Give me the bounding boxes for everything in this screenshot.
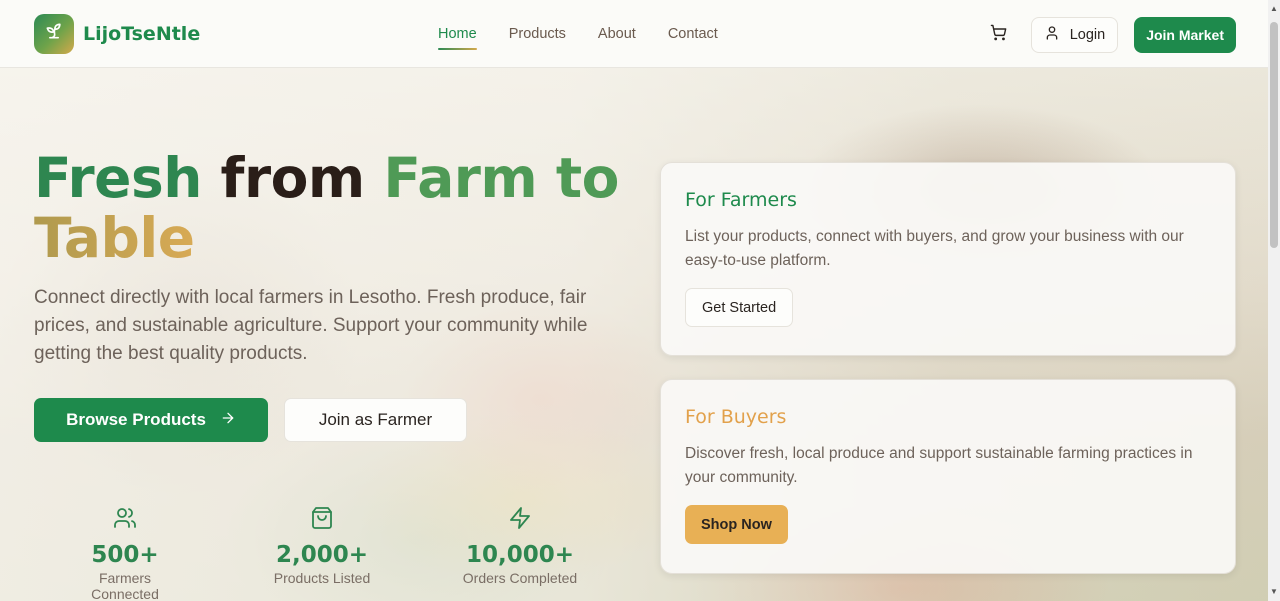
cart-button[interactable]: [981, 17, 1017, 53]
cart-icon: [990, 24, 1007, 46]
sprout-icon: [44, 21, 64, 46]
lightning-icon: [508, 506, 532, 532]
page-scrollbar[interactable]: ▲ ▼: [1268, 0, 1280, 601]
hero-headline: Fresh from Farm to Table: [34, 148, 619, 268]
headline-from: from: [220, 146, 366, 210]
stat-value: 500+: [91, 542, 159, 568]
stat-label: Farmers Connected: [91, 570, 159, 601]
nav-home[interactable]: Home: [438, 26, 477, 50]
stat-products: 2,000+ Products Listed: [262, 506, 382, 586]
farmers-card-title: For Farmers: [685, 189, 797, 211]
stat-farmers: 500+ Farmers Connected: [65, 506, 185, 601]
headline-fresh: Fresh: [34, 146, 202, 210]
logo[interactable]: [34, 13, 74, 54]
join-farmer-button[interactable]: Join as Farmer: [284, 398, 467, 442]
stat-orders: 10,000+ Orders Completed: [455, 506, 585, 586]
nav-about[interactable]: About: [598, 26, 636, 42]
nav-actions: Login Join Market: [981, 17, 1236, 53]
buyers-card-title: For Buyers: [685, 406, 787, 428]
navbar: LijoTseNtle Home Products About Contact …: [0, 0, 1268, 68]
brand-name[interactable]: LijoTseNtle: [83, 23, 200, 45]
farmers-card: For Farmers List your products, connect …: [660, 162, 1236, 356]
shop-now-button[interactable]: Shop Now: [685, 505, 788, 544]
hero-section: Fresh from Farm to Table Connect directl…: [0, 68, 1268, 601]
user-icon: [1044, 25, 1060, 45]
nav-products[interactable]: Products: [509, 26, 566, 42]
scroll-up-icon[interactable]: ▲: [1270, 4, 1278, 14]
buyers-card-text: Discover fresh, local produce and suppor…: [685, 445, 1193, 486]
shopping-bag-icon: [310, 506, 334, 532]
login-label: Login: [1069, 27, 1106, 43]
get-started-button[interactable]: Get Started: [685, 288, 794, 327]
scroll-down-icon[interactable]: ▼: [1270, 587, 1278, 597]
nav-contact[interactable]: Contact: [668, 26, 718, 42]
headline-farm-to: Farm to: [383, 146, 619, 210]
main-nav: Home Products About Contact: [438, 0, 718, 68]
stat-label: Orders Completed: [462, 570, 578, 586]
stat-value: 10,000+: [465, 542, 575, 568]
stat-value: 2,000+: [275, 542, 369, 568]
login-button[interactable]: Login: [1030, 17, 1119, 53]
headline-table: Table: [34, 206, 195, 270]
stat-label: Products Listed: [273, 570, 371, 586]
join-market-button[interactable]: Join Market: [1134, 17, 1236, 53]
hero-subtitle: Connect directly with local farmers in L…: [34, 287, 588, 364]
buyers-card: For Buyers Discover fresh, local produce…: [660, 379, 1236, 574]
farmers-card-text: List your products, connect with buyers,…: [685, 228, 1184, 269]
arrow-right-icon: [220, 410, 236, 431]
scrollbar-thumb[interactable]: [1270, 22, 1278, 248]
users-icon: [113, 506, 137, 532]
browse-label: Browse Products: [66, 410, 206, 429]
browse-products-button[interactable]: Browse Products: [34, 398, 268, 442]
